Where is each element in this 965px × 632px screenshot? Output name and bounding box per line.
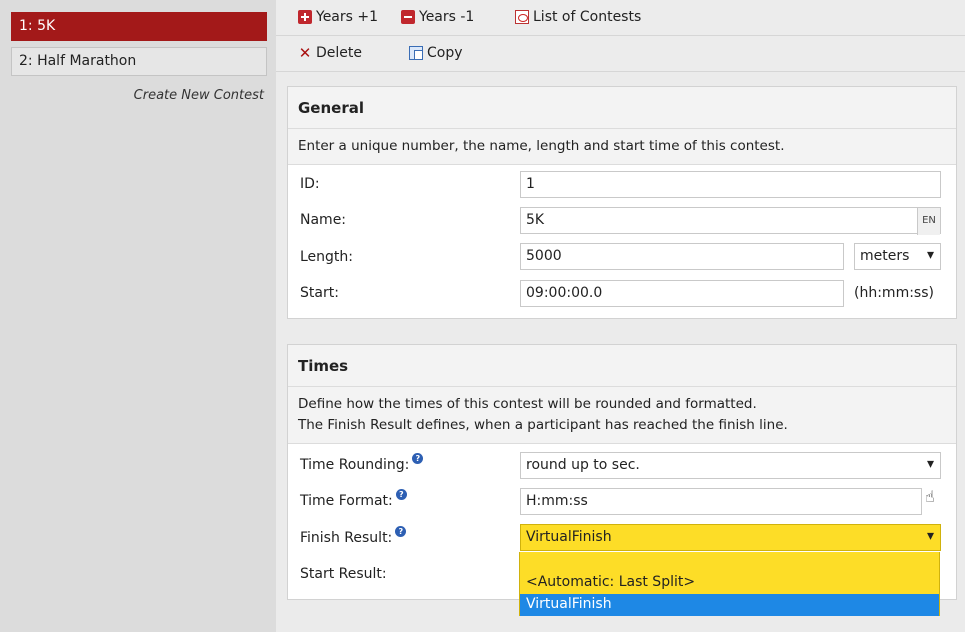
copy-label: Copy — [427, 45, 463, 61]
years-plus-label: Years +1 — [316, 9, 379, 25]
create-new-contest-link[interactable]: Create New Contest — [134, 88, 264, 103]
plus-icon — [298, 10, 312, 24]
language-badge[interactable]: EN — [917, 208, 940, 235]
finish-option-empty[interactable] — [520, 552, 939, 574]
copy-button[interactable]: Copy — [409, 45, 463, 61]
time-rounding-value: round up to sec. — [526, 457, 640, 473]
general-title: General — [288, 87, 956, 129]
finish-result-value: VirtualFinish — [526, 529, 612, 545]
toolbar-row-1: Years +1 Years -1 List of Contests — [276, 0, 965, 36]
time-format-input[interactable]: H:mm:ss — [520, 488, 922, 515]
times-description-line1: Define how the times of this contest wil… — [298, 396, 757, 412]
toolbar-row-2: ✕ Delete Copy — [276, 36, 965, 72]
length-unit-value: meters — [860, 248, 910, 264]
general-description: Enter a unique number, the name, length … — [288, 129, 956, 165]
hand-cursor-icon: ☝ — [925, 487, 935, 506]
contest-sidebar: 1: 5K 2: Half Marathon Create New Contes… — [0, 0, 276, 632]
pdf-icon — [515, 10, 529, 24]
length-unit-select[interactable]: meters — [854, 243, 941, 270]
finish-result-dropdown: <Automatic: Last Split> VirtualFinish — [519, 552, 940, 616]
contest-item-half-marathon[interactable]: 2: Half Marathon — [11, 47, 267, 76]
name-input[interactable]: 5K EN — [520, 207, 941, 235]
id-input[interactable]: 1 — [520, 171, 941, 198]
delete-icon: ✕ — [298, 44, 312, 62]
time-format-label: Time Format:? — [300, 489, 407, 509]
delete-button[interactable]: ✕ Delete — [298, 45, 362, 61]
name-label: Name: — [300, 212, 347, 228]
general-panel: General Enter a unique number, the name,… — [287, 86, 957, 319]
start-result-label: Start Result: — [300, 566, 387, 582]
id-label: ID: — [300, 176, 320, 192]
minus-icon — [401, 10, 415, 24]
length-input[interactable]: 5000 — [520, 243, 844, 270]
copy-icon — [409, 46, 423, 60]
times-description: Define how the times of this contest wil… — [288, 387, 956, 444]
name-value: 5K — [526, 212, 545, 228]
time-rounding-select[interactable]: round up to sec. — [520, 452, 941, 479]
help-icon[interactable]: ? — [395, 526, 407, 537]
main-content: Years +1 Years -1 List of Contests ✕ Del… — [276, 0, 965, 632]
help-icon[interactable]: ? — [412, 453, 424, 464]
list-of-contests-button[interactable]: List of Contests — [515, 9, 641, 25]
start-format-hint: (hh:mm:ss) — [854, 285, 934, 301]
time-rounding-label: Time Rounding:? — [300, 453, 424, 473]
length-label: Length: — [300, 249, 354, 265]
years-minus-button[interactable]: Years -1 — [401, 9, 474, 25]
start-label: Start: — [300, 285, 339, 301]
finish-result-label: Finish Result:? — [300, 526, 407, 546]
help-icon[interactable]: ? — [395, 489, 407, 500]
finish-result-select[interactable]: VirtualFinish — [520, 524, 941, 551]
years-plus-button[interactable]: Years +1 — [298, 9, 378, 25]
times-description-line2: The Finish Result defines, when a partic… — [298, 417, 788, 433]
finish-option-virtualfinish[interactable]: VirtualFinish — [520, 594, 939, 616]
delete-label: Delete — [316, 45, 362, 61]
years-minus-label: Years -1 — [419, 9, 475, 25]
start-input[interactable]: 09:00:00.0 — [520, 280, 844, 307]
times-title: Times — [288, 345, 956, 387]
contest-item-5k[interactable]: 1: 5K — [11, 12, 267, 41]
list-of-contests-label: List of Contests — [533, 9, 642, 25]
finish-option-automatic[interactable]: <Automatic: Last Split> — [520, 572, 939, 594]
